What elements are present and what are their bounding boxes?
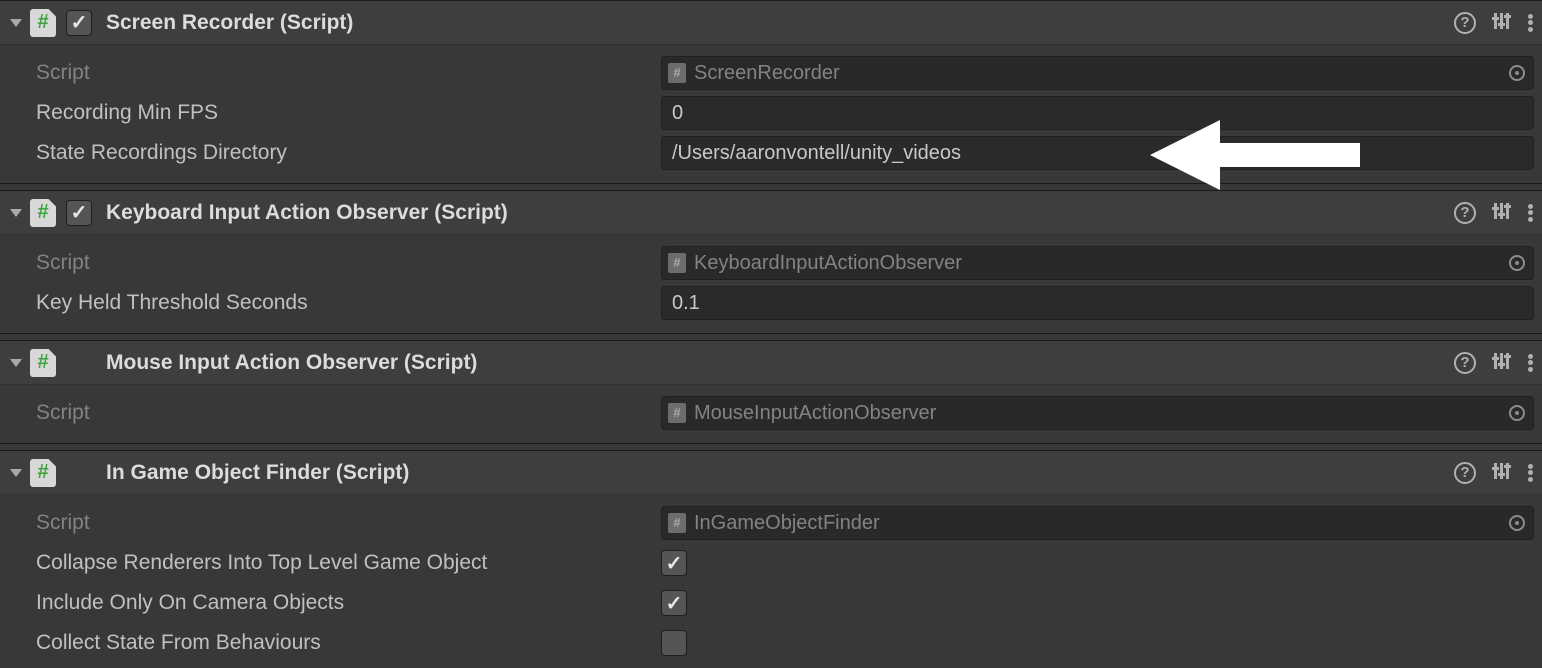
script-icon bbox=[30, 349, 56, 377]
property-label: Script bbox=[36, 251, 661, 275]
context-menu-icon[interactable] bbox=[1528, 462, 1534, 484]
help-icon[interactable]: ? bbox=[1454, 202, 1476, 224]
preset-icon[interactable] bbox=[1492, 203, 1512, 223]
enable-checkbox[interactable] bbox=[66, 10, 92, 36]
foldout-icon[interactable] bbox=[10, 209, 22, 217]
script-mini-icon bbox=[668, 63, 686, 83]
inspector-panel: Screen Recorder (Script) ? Script Screen… bbox=[0, 0, 1542, 668]
component-keyboard-observer: Keyboard Input Action Observer (Script) … bbox=[0, 190, 1542, 334]
enable-checkbox[interactable] bbox=[66, 200, 92, 226]
component-object-finder: In Game Object Finder (Script) ? Script … bbox=[0, 450, 1542, 668]
property-row-collapse: Collapse Renderers Into Top Level Game O… bbox=[36, 543, 1534, 583]
context-menu-icon[interactable] bbox=[1528, 352, 1534, 374]
property-label: Script bbox=[36, 401, 661, 425]
component-header[interactable]: Mouse Input Action Observer (Script) ? bbox=[0, 341, 1542, 385]
foldout-icon[interactable] bbox=[10, 469, 22, 477]
component-body: Script ScreenRecorder Recording Min FPS … bbox=[0, 45, 1542, 183]
object-picker-icon[interactable] bbox=[1509, 515, 1525, 531]
script-icon bbox=[30, 199, 56, 227]
script-object-field[interactable]: InGameObjectFinder bbox=[661, 506, 1534, 540]
script-object-field[interactable]: ScreenRecorder bbox=[661, 56, 1534, 90]
property-label: Script bbox=[36, 511, 661, 535]
object-picker-icon[interactable] bbox=[1509, 405, 1525, 421]
context-menu-icon[interactable] bbox=[1528, 12, 1534, 34]
property-label: Collect State From Behaviours bbox=[36, 631, 661, 655]
property-label: Recording Min FPS bbox=[36, 101, 661, 125]
script-icon bbox=[30, 459, 56, 487]
component-title: In Game Object Finder (Script) bbox=[106, 461, 1454, 485]
property-row-script: Script MouseInputActionObserver bbox=[36, 393, 1534, 433]
property-label: Script bbox=[36, 61, 661, 85]
context-menu-icon[interactable] bbox=[1528, 202, 1534, 224]
foldout-icon[interactable] bbox=[10, 359, 22, 367]
property-label: Key Held Threshold Seconds bbox=[36, 291, 661, 315]
object-picker-icon[interactable] bbox=[1509, 65, 1525, 81]
component-title: Keyboard Input Action Observer (Script) bbox=[106, 201, 1454, 225]
script-object-field[interactable]: MouseInputActionObserver bbox=[661, 396, 1534, 430]
property-label: State Recordings Directory bbox=[36, 141, 661, 165]
collect-checkbox[interactable] bbox=[661, 630, 687, 656]
help-icon[interactable]: ? bbox=[1454, 462, 1476, 484]
script-name: KeyboardInputActionObserver bbox=[694, 252, 962, 275]
include-checkbox[interactable] bbox=[661, 590, 687, 616]
property-row-include: Include Only On Camera Objects bbox=[36, 583, 1534, 623]
property-row-min-fps: Recording Min FPS 0 bbox=[36, 93, 1534, 133]
property-label: Include Only On Camera Objects bbox=[36, 591, 661, 615]
preset-icon[interactable] bbox=[1492, 463, 1512, 483]
property-row-recordings-dir: State Recordings Directory /Users/aaronv… bbox=[36, 133, 1534, 173]
script-mini-icon bbox=[668, 253, 686, 273]
component-body: Script MouseInputActionObserver bbox=[0, 385, 1542, 443]
script-name: MouseInputActionObserver bbox=[694, 402, 936, 425]
component-title: Mouse Input Action Observer (Script) bbox=[106, 351, 1454, 375]
min-fps-input[interactable]: 0 bbox=[661, 96, 1534, 130]
recordings-dir-input[interactable]: /Users/aaronvontell/unity_videos bbox=[661, 136, 1534, 170]
component-header[interactable]: Screen Recorder (Script) ? bbox=[0, 1, 1542, 45]
object-picker-icon[interactable] bbox=[1509, 255, 1525, 271]
help-icon[interactable]: ? bbox=[1454, 352, 1476, 374]
foldout-icon[interactable] bbox=[10, 19, 22, 27]
component-body: Script KeyboardInputActionObserver Key H… bbox=[0, 235, 1542, 333]
component-mouse-observer: Mouse Input Action Observer (Script) ? S… bbox=[0, 340, 1542, 444]
component-screen-recorder: Screen Recorder (Script) ? Script Screen… bbox=[0, 0, 1542, 184]
component-title: Screen Recorder (Script) bbox=[106, 11, 1454, 35]
property-row-collect: Collect State From Behaviours bbox=[36, 623, 1534, 663]
script-object-field[interactable]: KeyboardInputActionObserver bbox=[661, 246, 1534, 280]
component-body: Script InGameObjectFinder Collapse Rende… bbox=[0, 495, 1542, 668]
help-icon[interactable]: ? bbox=[1454, 12, 1476, 34]
collapse-checkbox[interactable] bbox=[661, 550, 687, 576]
property-row-script: Script KeyboardInputActionObserver bbox=[36, 243, 1534, 283]
component-header[interactable]: In Game Object Finder (Script) ? bbox=[0, 451, 1542, 495]
preset-icon[interactable] bbox=[1492, 353, 1512, 373]
property-row-script: Script InGameObjectFinder bbox=[36, 503, 1534, 543]
script-icon bbox=[30, 9, 56, 37]
script-name: InGameObjectFinder bbox=[694, 512, 880, 535]
script-mini-icon bbox=[668, 403, 686, 423]
property-label: Collapse Renderers Into Top Level Game O… bbox=[36, 551, 661, 575]
component-header[interactable]: Keyboard Input Action Observer (Script) … bbox=[0, 191, 1542, 235]
script-mini-icon bbox=[668, 513, 686, 533]
property-row-threshold: Key Held Threshold Seconds 0.1 bbox=[36, 283, 1534, 323]
threshold-input[interactable]: 0.1 bbox=[661, 286, 1534, 320]
property-row-script: Script ScreenRecorder bbox=[36, 53, 1534, 93]
preset-icon[interactable] bbox=[1492, 13, 1512, 33]
script-name: ScreenRecorder bbox=[694, 62, 840, 85]
